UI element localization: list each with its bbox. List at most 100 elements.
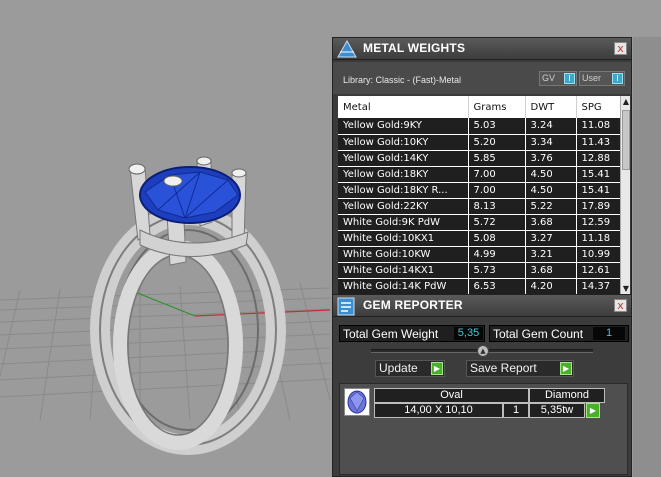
grams-cell: 5.73	[468, 262, 526, 279]
dwt-cell: 4.50	[525, 166, 577, 183]
metal-table-scrollbar[interactable]: ▲ ▼	[620, 96, 630, 294]
spg-cell: 15.41	[576, 182, 620, 199]
spg-cell: 12.61	[576, 262, 620, 279]
table-row[interactable]: Yellow Gold:14KY 5.85 3.76 12.88	[338, 150, 620, 167]
table-row[interactable]: Yellow Gold:10KY 5.20 3.34 11.43	[338, 134, 620, 151]
gv-toggle-label: GV	[542, 73, 556, 83]
metal-name-cell: White Gold:14K PdW	[338, 278, 469, 294]
dwt-cell: 4.50	[525, 182, 577, 199]
library-label: Library: Classic - (Fast)-Metal	[343, 75, 462, 85]
go-arrow-icon[interactable]: ▶	[431, 362, 443, 375]
metal-name-cell: Yellow Gold:18KY	[338, 166, 469, 183]
gv-toggle-knob: I	[564, 73, 575, 84]
spg-cell: 15.41	[576, 166, 620, 183]
update-button[interactable]: Update ▶	[375, 360, 445, 377]
close-icon[interactable]: x	[614, 299, 627, 312]
total-gem-weight-label: Total Gem Weight	[343, 327, 439, 341]
spg-cell: 11.08	[576, 118, 620, 135]
metal-table-container: Metal Grams DWT SPG Yellow Gold:9KY 5.03 3…	[338, 96, 620, 294]
grams-cell: 8.13	[468, 198, 526, 215]
gem-reporter-panel: GEM REPORTER x Total Gem Weight 5,35 Tot…	[332, 294, 632, 477]
grams-cell: 5.08	[468, 230, 526, 247]
dwt-cell: 3.21	[525, 246, 577, 263]
dwt-cell: 3.68	[525, 262, 577, 279]
metal-name-cell: White Gold:14KX1	[338, 262, 469, 279]
table-row[interactable]: White Gold:14KX1 5.73 3.68 12.61	[338, 262, 620, 279]
metal-name-cell: Yellow Gold:22KY	[338, 198, 469, 215]
grams-cell: 5.72	[468, 214, 526, 231]
spg-cell: 11.43	[576, 134, 620, 151]
total-gem-weight-value: 5,35	[454, 327, 483, 340]
metal-weights-titlebar[interactable]: METAL WEIGHTS x	[333, 38, 631, 60]
metal-name-cell: White Gold:10KX1	[338, 230, 469, 247]
grams-cell: 7.00	[468, 182, 526, 199]
gem-material-cell: Diamond	[529, 388, 605, 403]
table-row[interactable]: Yellow Gold:18KY R... 7.00 4.50 15.41	[338, 182, 620, 199]
grams-cell: 5.20	[468, 134, 526, 151]
x-axis-line	[194, 309, 331, 317]
metal-name-cell: White Gold:10KW	[338, 246, 469, 263]
grams-cell: 5.03	[468, 118, 526, 135]
scrollbar-thumb[interactable]	[622, 110, 630, 170]
column-header-dwt[interactable]: DWT	[525, 96, 577, 118]
user-toggle-knob: I	[612, 73, 623, 84]
dwt-cell: 3.76	[525, 150, 577, 167]
save-report-button[interactable]: Save Report ▶	[466, 360, 574, 377]
scroll-down-icon[interactable]: ▼	[621, 283, 631, 294]
metal-name-cell: Yellow Gold:9KY	[338, 118, 469, 135]
gem-reporter-titlebar[interactable]: GEM REPORTER x	[333, 295, 631, 317]
table-row[interactable]: Yellow Gold:18KY 7.00 4.50 15.41	[338, 166, 620, 183]
total-gem-weight-box: Total Gem Weight 5,35	[339, 325, 485, 342]
dwt-cell: 4.20	[525, 278, 577, 294]
grams-cell: 4.99	[468, 246, 526, 263]
save-report-button-label: Save Report	[470, 361, 537, 375]
scroll-up-icon[interactable]: ▲	[621, 96, 631, 107]
grams-cell: 5.85	[468, 150, 526, 167]
column-header-metal[interactable]: Metal	[338, 96, 469, 118]
go-arrow-icon[interactable]: ▶	[586, 403, 600, 418]
right-margin-strip	[633, 37, 661, 477]
go-arrow-icon[interactable]: ▶	[560, 362, 572, 375]
column-header-spg[interactable]: SPG	[576, 96, 620, 118]
column-header-grams[interactable]: Grams	[468, 96, 526, 118]
table-row[interactable]: White Gold:10KX1 5.08 3.27 11.18	[338, 230, 620, 247]
grams-cell: 7.00	[468, 166, 526, 183]
total-gem-count-label: Total Gem Count	[493, 327, 584, 341]
metal-weights-icon	[337, 40, 357, 58]
gem-reporter-icon	[337, 297, 355, 316]
table-row[interactable]: White Gold:9K PdW 5.72 3.68 12.59	[338, 214, 620, 231]
gem-thumbnail-icon[interactable]	[344, 388, 370, 416]
grams-cell: 6.53	[468, 278, 526, 294]
gem-reporter-title: GEM REPORTER	[363, 298, 463, 312]
gem-shape-cell: Oval	[374, 388, 529, 403]
metal-name-cell: Yellow Gold:10KY	[338, 134, 469, 151]
gem-qty-cell: 1	[503, 403, 529, 418]
spg-cell: 11.18	[576, 230, 620, 247]
total-gem-count-box: Total Gem Count 1	[489, 325, 629, 342]
gem-weight-cell: 5,35tw	[529, 403, 585, 418]
dwt-cell: 3.24	[525, 118, 577, 135]
gem-list: Oval Diamond 14,00 X 10,10 1 5,35tw ▶	[339, 383, 628, 475]
spg-cell: 12.88	[576, 150, 620, 167]
close-icon[interactable]: x	[614, 42, 627, 55]
panel-splitter-slider[interactable]: ▲	[371, 345, 593, 357]
gv-toggle[interactable]: GV I	[539, 71, 577, 86]
user-toggle[interactable]: User I	[579, 71, 625, 86]
metal-weights-title: METAL WEIGHTS	[363, 41, 466, 55]
dwt-cell: 5.22	[525, 198, 577, 215]
metal-name-cell: Yellow Gold:18KY R...	[338, 182, 469, 199]
table-row[interactable]: White Gold:14K PdW 6.53 4.20 14.37	[338, 278, 620, 294]
spg-cell: 12.59	[576, 214, 620, 231]
dwt-cell: 3.27	[525, 230, 577, 247]
dwt-cell: 3.68	[525, 214, 577, 231]
slider-handle-icon[interactable]: ▲	[477, 345, 489, 357]
metal-name-cell: White Gold:9K PdW	[338, 214, 469, 231]
dwt-cell: 3.34	[525, 134, 577, 151]
metal-table: Metal Grams DWT SPG Yellow Gold:9KY 5.03 3…	[338, 96, 620, 294]
spg-cell: 14.37	[576, 278, 620, 294]
metal-name-cell: Yellow Gold:14KY	[338, 150, 469, 167]
metal-table-header: Metal Grams DWT SPG	[338, 96, 620, 118]
table-row[interactable]: White Gold:10KW 4.99 3.21 10.99	[338, 246, 620, 263]
table-row[interactable]: Yellow Gold:22KY 8.13 5.22 17.89	[338, 198, 620, 215]
table-row[interactable]: Yellow Gold:9KY 5.03 3.24 11.08	[338, 118, 620, 135]
